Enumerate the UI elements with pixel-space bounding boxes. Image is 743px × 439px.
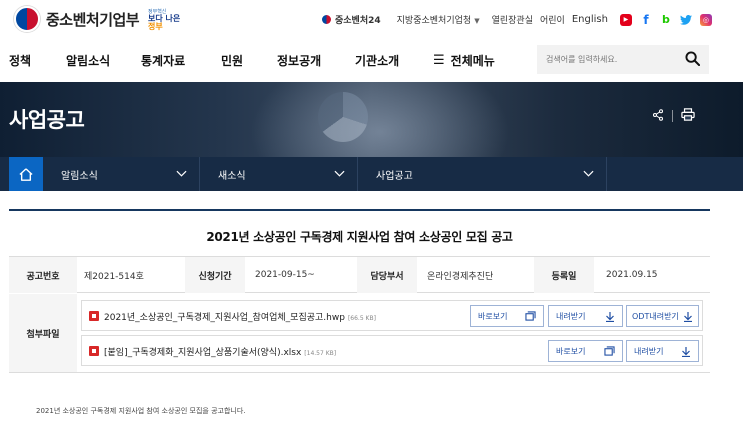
page-title: 사업공고 [9, 108, 85, 132]
all-menu-button[interactable]: ☰ 전체메뉴 [433, 52, 495, 69]
department-label: 담당부서 [357, 257, 417, 293]
regional-agency-dropdown[interactable]: 지방중소벤처기업청 ▼ [397, 13, 480, 26]
view-button[interactable]: 바로보기 [548, 340, 623, 362]
kids-link[interactable]: 어린이 [540, 13, 565, 26]
breadcrumb-news-dropdown[interactable]: 알림소식 [43, 157, 200, 191]
banner-chart-decoration [318, 92, 368, 142]
nav-item-statistics[interactable]: 통계자료 [141, 52, 185, 69]
facebook-icon[interactable]: f [640, 13, 652, 27]
search-input[interactable] [537, 55, 677, 64]
download-button[interactable]: 내려받기 [548, 305, 623, 327]
notice-number-value: 제2021-514호 [84, 271, 144, 282]
registered-date-value: 2021.09.15 [606, 270, 658, 280]
site-logo[interactable]: 중소벤처기업부 [14, 6, 140, 32]
hwp-file-icon [89, 311, 99, 321]
window-icon [604, 346, 615, 358]
attachment-size: [14.57 KB] [304, 350, 337, 357]
chevron-down-icon [334, 169, 345, 180]
breadcrumb-business-notice-dropdown[interactable]: 사업공고 [358, 157, 607, 191]
share-icon[interactable] [652, 106, 664, 125]
attachment-name[interactable]: [붙임]_구독경제화_지원사업_상품기술서(양식).xlsx [14.57 KB] [104, 345, 336, 358]
banner-background-image [250, 82, 510, 157]
download-icon [681, 346, 691, 359]
blog-icon[interactable]: b [660, 13, 672, 26]
notice-number-label: 공고번호 [9, 257, 77, 293]
nav-item-policy[interactable]: 정책 [9, 52, 31, 69]
caret-down-icon: ▼ [474, 17, 480, 25]
taegeuk-emblem-icon [14, 6, 40, 32]
nav-item-news[interactable]: 알림소식 [66, 52, 110, 69]
attachments-section: 첨부파일 2021년_소상공인_구독경제_지원사업_참여업체_모집공고.hwp[… [9, 294, 710, 373]
utility-links: 중소벤처24 지방중소벤처기업청 ▼ 열린장관실 어린이 English ▶ f … [322, 13, 720, 27]
attachment-row: [붙임]_구독경제화_지원사업_상품기술서(양식).xlsx [14.57 KB]… [81, 335, 703, 366]
chevron-down-icon [583, 169, 594, 180]
home-icon [19, 167, 33, 181]
search-box [537, 45, 709, 74]
attachments-label: 첨부파일 [9, 294, 77, 372]
sme24-link[interactable]: 중소벤처24 [322, 13, 381, 26]
registered-date-label: 등록일 [534, 257, 594, 293]
logo-text: 중소벤처기업부 [46, 10, 140, 29]
sns-links: ▶ f b ◎ [619, 13, 720, 27]
download-icon [683, 311, 693, 324]
page-banner: 사업공고 [0, 82, 743, 157]
post-body-text: 2021년 소상공인 구독경제 지원사업 참여 소상공인 모집을 공고합니다. [36, 407, 246, 415]
content-divider [9, 209, 710, 211]
nav-item-civil-service[interactable]: 민원 [221, 52, 243, 69]
xlsx-file-icon [89, 346, 99, 356]
divider [672, 109, 673, 122]
youtube-icon[interactable]: ▶ [619, 13, 632, 26]
instagram-icon[interactable]: ◎ [699, 13, 712, 26]
download-button[interactable]: 내려받기 [626, 340, 699, 362]
top-bar: 중소벤처기업부 정부혁신 보다 나은 정부 중소벤처24 지방중소벤처기업청 ▼ … [0, 0, 743, 40]
search-icon[interactable] [685, 51, 701, 70]
attachment-size: [66.5 KB] [347, 315, 376, 322]
nav-item-about[interactable]: 기관소개 [355, 52, 399, 69]
department-value: 온라인경제추진단 [427, 271, 494, 282]
chevron-down-icon [176, 169, 187, 180]
breadcrumb: 알림소식 새소식 사업공고 [0, 157, 743, 191]
period-label: 신청기간 [185, 257, 245, 293]
view-button[interactable]: 바로보기 [470, 305, 544, 327]
home-button[interactable] [9, 157, 43, 191]
print-icon[interactable] [681, 106, 695, 125]
download-icon [605, 311, 615, 324]
breadcrumb-new-news-dropdown[interactable]: 새소식 [200, 157, 358, 191]
attachment-row: 2021년_소상공인_구독경제_지원사업_참여업체_모집공고.hwp [66.5 … [81, 300, 703, 331]
post-meta-table: 공고번호 제2021-514호 신청기간 2021-09-15~ 담당부서 온라… [9, 256, 710, 293]
taegeuk-small-icon [322, 15, 331, 24]
hamburger-icon: ☰ [433, 53, 445, 68]
attachment-name[interactable]: 2021년_소상공인_구독경제_지원사업_참여업체_모집공고.hwp [66.5 … [104, 310, 376, 323]
post-title: 2021년 소상공인 구독경제 지원사업 참여 소상공인 모집 공고 [206, 230, 513, 244]
banner-tools [652, 106, 695, 125]
twitter-icon[interactable] [679, 14, 692, 26]
open-office-link[interactable]: 열린장관실 [492, 13, 533, 26]
government-innovation-logo[interactable]: 정부혁신 보다 나은 정부 [148, 7, 188, 33]
period-value: 2021-09-15~ [255, 270, 315, 280]
english-link[interactable]: English [572, 14, 608, 25]
odt-download-button[interactable]: ODT내려받기 [626, 305, 699, 327]
nav-item-info-disclosure[interactable]: 정보공개 [277, 52, 321, 69]
window-icon [525, 311, 536, 323]
